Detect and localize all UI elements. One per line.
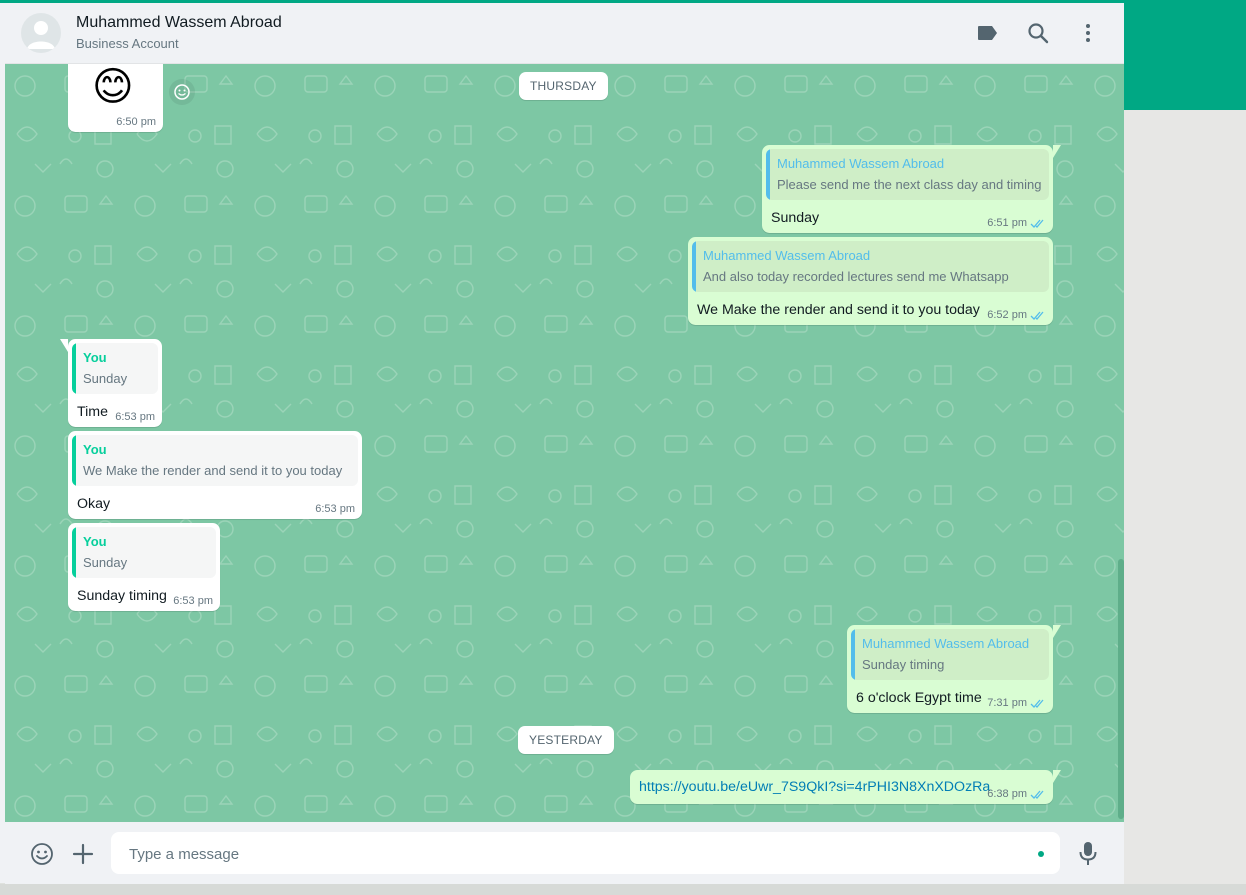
message-bubble[interactable]: Muhammed Wassem Abroad Sunday timing 6 o…	[847, 625, 1061, 713]
quoted-message[interactable]: You Sunday	[72, 527, 216, 578]
message-meta: 6:53 pm	[115, 411, 155, 423]
date-separator-yesterday: YESTERDAY	[518, 726, 614, 754]
quote-author: You	[83, 442, 107, 457]
message-bubble[interactable]: Muhammed Wassem Abroad And also today re…	[688, 237, 1053, 325]
quote-bar	[851, 629, 855, 680]
quote-author: Muhammed Wassem Abroad	[862, 636, 1030, 651]
read-ticks-icon	[1030, 311, 1044, 320]
read-ticks-icon	[1030, 790, 1044, 799]
message-text: Sunday	[771, 210, 820, 226]
message-bubble[interactable]: Muhammed Wassem Abroad Please send me th…	[762, 145, 1061, 233]
message-meta: 6:51 pm	[987, 217, 1046, 229]
quoted-message[interactable]: Muhammed Wassem Abroad And also today re…	[692, 241, 1049, 292]
default-avatar-icon	[27, 21, 55, 49]
quote-text: We Make the render and send it to you to…	[83, 463, 343, 478]
quote-bar	[766, 149, 770, 200]
quote-text: And also today recorded lectures send me…	[703, 269, 1009, 284]
read-ticks-icon	[1030, 699, 1044, 708]
message-text: We Make the render and send it to you to…	[697, 302, 980, 318]
quote-text: Sunday timing	[862, 657, 945, 672]
chat-header: Muhammed Wassem Abroad Business Account	[5, 3, 1124, 64]
message-text: Sunday timing	[77, 588, 167, 604]
quote-text: Sunday	[83, 555, 128, 570]
message-text: Okay	[77, 496, 111, 512]
smiling-face-emoji: 😊	[92, 65, 134, 109]
quote-text: Sunday	[83, 371, 128, 386]
message-time: 6:53 pm	[115, 411, 155, 423]
message-bubble[interactable]: You Sunday Sunday timing 6:53 pm	[68, 523, 220, 611]
message-composer	[5, 822, 1124, 884]
emoji-icon[interactable]	[29, 841, 55, 867]
quote-bar	[692, 241, 696, 292]
microphone-icon[interactable]	[1075, 841, 1101, 867]
reaction-icon[interactable]	[169, 79, 195, 105]
message-time: 7:31 pm	[987, 697, 1027, 709]
emoji-message[interactable]: 😊 6:50 pm	[68, 64, 163, 132]
quoted-message[interactable]: Muhammed Wassem Abroad Sunday timing	[851, 629, 1049, 680]
message-meta: 6:38 pm	[987, 788, 1046, 800]
chat-scrollbar[interactable]	[1118, 559, 1124, 819]
quote-author: You	[83, 534, 107, 549]
message-time: 6:51 pm	[987, 217, 1027, 229]
accent-block	[1124, 0, 1246, 110]
menu-icon[interactable]	[1076, 21, 1100, 45]
message-bubble[interactable]: You We Make the render and send it to yo…	[68, 431, 362, 519]
search-icon[interactable]	[1026, 21, 1050, 45]
message-link[interactable]: https://youtu.be/eUwr_7S9QkI?si=4rPHI3N8…	[639, 779, 990, 795]
contact-subtitle: Business Account	[76, 36, 179, 51]
chat-window: Muhammed Wassem Abroad Business Account	[5, 3, 1124, 884]
quoted-message[interactable]: You We Make the render and send it to yo…	[72, 435, 358, 486]
quoted-message[interactable]: You Sunday	[72, 343, 158, 394]
quote-bar	[72, 343, 76, 394]
quoted-message[interactable]: Muhammed Wassem Abroad Please send me th…	[766, 149, 1049, 200]
message-meta: 6:53 pm	[315, 503, 355, 515]
message-bubble[interactable]: You Sunday Time 6:53 pm	[60, 339, 162, 427]
message-time: 6:53 pm	[173, 595, 213, 607]
message-text: 6 o'clock Egypt time	[856, 690, 982, 706]
quote-author: Muhammed Wassem Abroad	[777, 156, 945, 171]
message-time: 6:38 pm	[987, 788, 1027, 800]
read-ticks-icon	[1030, 219, 1044, 228]
bottom-edge	[0, 884, 1246, 895]
message-meta: 6:52 pm	[987, 309, 1046, 321]
quote-author: Muhammed Wassem Abroad	[703, 248, 871, 263]
quote-bar	[72, 435, 76, 486]
contact-name[interactable]: Muhammed Wassem Abroad	[76, 14, 282, 32]
quote-bar	[72, 527, 76, 578]
message-text: Time	[77, 404, 109, 420]
message-time: 6:53 pm	[315, 503, 355, 515]
message-time: 6:50 pm	[116, 116, 156, 128]
avatar[interactable]	[21, 13, 61, 53]
attach-plus-icon[interactable]	[70, 841, 96, 867]
label-icon[interactable]	[976, 21, 1000, 45]
message-meta: 7:31 pm	[987, 697, 1046, 709]
message-input-box[interactable]	[111, 832, 1060, 876]
quote-author: You	[83, 350, 107, 365]
message-bubble[interactable]: https://youtu.be/eUwr_7S9QkI?si=4rPHI3N8…	[630, 770, 1061, 804]
message-time: 6:52 pm	[987, 309, 1027, 321]
status-dot	[1038, 851, 1044, 857]
date-separator-thursday: THURSDAY	[519, 72, 608, 100]
right-panel-background	[1124, 110, 1246, 895]
quote-text: Please send me the next class day and ti…	[777, 177, 1042, 192]
message-meta: 6:53 pm	[173, 595, 213, 607]
message-input[interactable]	[127, 832, 1011, 876]
chat-area[interactable]: 😊 6:50 pm THURSDAY Muhammed Wassem Abroa…	[5, 64, 1124, 822]
